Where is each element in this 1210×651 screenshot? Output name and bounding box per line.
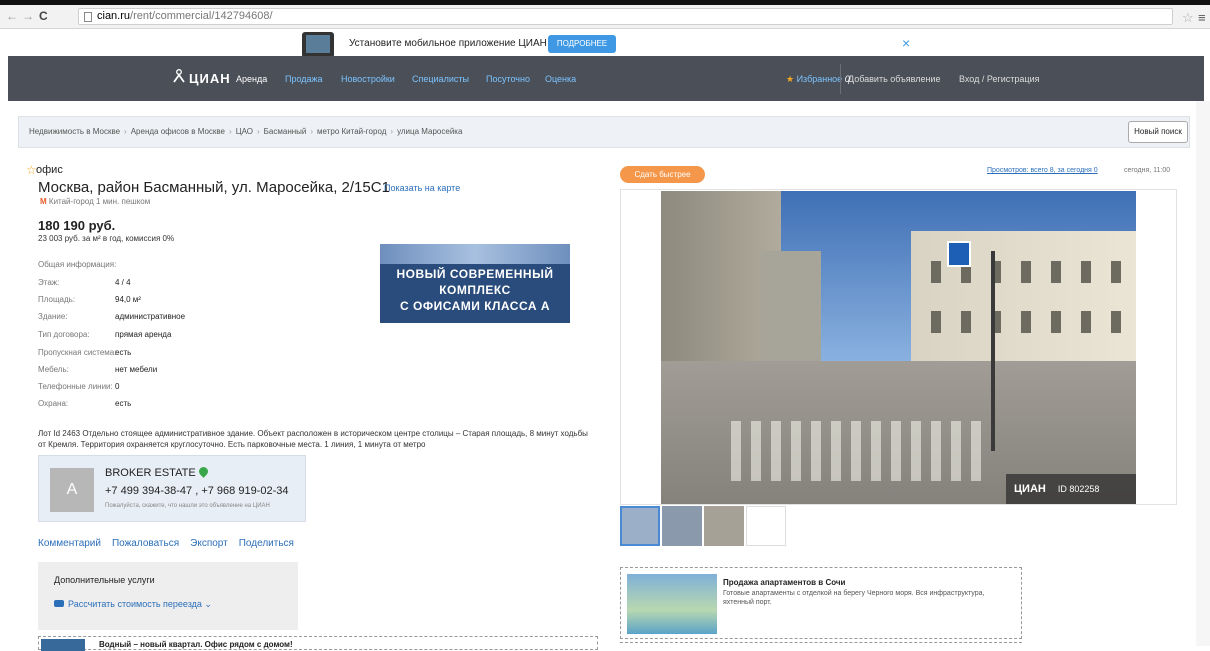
breadcrumb-bar: Недвижимость в Москве › Аренда офисов в Мо…: [18, 116, 1190, 148]
phone-app-icon: [302, 32, 334, 58]
verified-pin-icon: [196, 465, 210, 478]
publish-time: сегодня, 11:00: [1124, 167, 1171, 174]
favorites-label: Избранное: [796, 74, 843, 84]
new-search-button[interactable]: Новый поиск: [1128, 121, 1188, 143]
header-divider: [840, 64, 841, 94]
url-path: /rent/commercial/142794608/: [130, 10, 273, 22]
banner-image: [380, 244, 570, 264]
bookmark-star-icon[interactable]: ☆: [1182, 10, 1194, 26]
listing-price: 180 190 руб.: [38, 218, 116, 233]
photo-thumbnail[interactable]: [620, 506, 660, 546]
extra-services-box: Дополнительные услуги Рассчитать стоимос…: [38, 562, 298, 630]
breadcrumb-item[interactable]: Аренда офисов в Москве: [131, 127, 225, 136]
nav-valuation[interactable]: Оценка: [545, 74, 576, 84]
nav-rent[interactable]: Аренда: [236, 74, 267, 84]
avatar: А: [50, 468, 94, 512]
metro-icon: М: [40, 197, 47, 206]
metro-text: Китай-город 1 мин. пешком: [48, 197, 151, 206]
broker-note: Пожалуйста, скажите, что нашли это объяв…: [105, 503, 270, 509]
share-link[interactable]: Поделиться: [239, 538, 294, 549]
broker-card: А BROKER ESTATE +7 499 394-38-47 , +7 96…: [38, 455, 306, 522]
browser-toolbar: ← → C cian.ru/rent/commercial/142794608/…: [0, 5, 1210, 29]
breadcrumb-item[interactable]: ЦАО: [236, 127, 253, 136]
back-icon[interactable]: ←: [6, 9, 18, 23]
breadcrumb-item[interactable]: метро Китай-город: [317, 127, 386, 136]
listing-actions: Комментарий Пожаловаться Экспорт Поделиться: [38, 538, 305, 549]
nav-new-buildings[interactable]: Новостройки: [341, 74, 395, 84]
moving-cost-link[interactable]: Рассчитать стоимость переезда ⌄: [54, 599, 212, 610]
logo-pin-icon: [173, 69, 185, 83]
banner-text: НОВЫЙ СОВРЕМЕННЫЙ КОМПЛЕКС С ОФИСАМИ КЛА…: [396, 267, 554, 313]
forward-icon[interactable]: →: [22, 9, 34, 23]
rent-faster-button[interactable]: Сдать быстрее: [620, 166, 705, 183]
site-header: ЦИАН Аренда Продажа Новостройки Специали…: [8, 56, 1204, 101]
nav-sale[interactable]: Продажа: [285, 74, 323, 84]
reload-icon[interactable]: C: [39, 9, 48, 23]
login-link[interactable]: Вход / Регистрация: [959, 74, 1039, 84]
broker-name[interactable]: BROKER ESTATE: [105, 465, 210, 479]
broker-phones[interactable]: +7 499 394-38-47 , +7 968 919-02-34: [105, 485, 288, 497]
metro-info: М Китай-город 1 мин. пешком: [40, 197, 150, 206]
page-icon: [84, 12, 92, 22]
ad-description: Готовые апартаменты с отделкой на берегу…: [723, 590, 985, 606]
show-on-map-link[interactable]: Показать на карте: [384, 183, 460, 193]
address-bar[interactable]: cian.ru/rent/commercial/142794608/: [78, 8, 1173, 25]
nav-daily[interactable]: Посуточно: [486, 74, 530, 84]
extra-services-title: Дополнительные услуги: [54, 575, 155, 585]
promo-details-button[interactable]: ПОДРОБНЕЕ: [548, 35, 616, 53]
listing-address: Москва, район Басманный, ул. Маросейка, …: [38, 179, 390, 196]
ad-title: Продажа апартаментов в Сочи: [723, 578, 846, 587]
price-details: 23 003 руб. за м² в год, комиссия 0%: [38, 234, 175, 243]
breadcrumb-item[interactable]: улица Маросейка: [397, 127, 462, 136]
comment-link[interactable]: Комментарий: [38, 538, 101, 549]
floorplan-thumbnail[interactable]: [746, 506, 786, 546]
ad-thumbnail: [41, 639, 85, 651]
main-photo[interactable]: ЦИАН ID 802258: [661, 191, 1136, 504]
next-ad-border: [620, 642, 1022, 646]
favorites-star-icon: ★: [786, 74, 797, 84]
photo-gallery: ЦИАН ID 802258: [620, 189, 1177, 505]
listing-description: Лот Id 2463 Отдельно стоящее администрат…: [38, 429, 588, 449]
sochi-apartments-ad[interactable]: Продажа апартаментов в Сочи Готовые апар…: [620, 567, 1022, 639]
ad-image: [627, 574, 717, 634]
cian-logo[interactable]: ЦИАН: [173, 69, 231, 86]
logo-text: ЦИАН: [189, 71, 231, 86]
url-host: cian.ru: [97, 10, 131, 22]
office-complex-banner[interactable]: НОВЫЙ СОВРЕМЕННЫЙ КОМПЛЕКС С ОФИСАМИ КЛА…: [380, 244, 570, 323]
truck-icon: [54, 600, 64, 607]
photo-thumbnail[interactable]: [704, 506, 744, 546]
road-sign: [947, 241, 971, 267]
bottom-ad-title: Водный – новый квартал. Офис рядом с дом…: [99, 640, 293, 649]
browser-menu-icon[interactable]: ≡: [1198, 10, 1206, 25]
export-link[interactable]: Экспорт: [190, 538, 228, 549]
views-counter[interactable]: Просмотров: всего 8, за сегодня 0: [987, 167, 1098, 174]
photo-watermark: ЦИАН ID 802258: [1006, 474, 1136, 504]
close-icon[interactable]: ×: [902, 35, 910, 51]
promo-text: Установите мобильное приложение ЦИАН: [349, 38, 547, 49]
breadcrumb-item[interactable]: Басманный: [264, 127, 307, 136]
bottom-ad[interactable]: Водный – новый квартал. Офис рядом с дом…: [38, 636, 598, 651]
breadcrumb-item[interactable]: Недвижимость в Москве: [29, 127, 120, 136]
nav-specialists[interactable]: Специалисты: [412, 74, 469, 84]
add-listing-link[interactable]: Добавить объявление: [848, 74, 940, 84]
photo-thumbnail[interactable]: [662, 506, 702, 546]
page-scrollbar[interactable]: [1196, 101, 1210, 646]
property-type: офис: [36, 164, 63, 176]
breadcrumb: Недвижимость в Москве › Аренда офисов в Мо…: [29, 127, 463, 136]
complain-link[interactable]: Пожаловаться: [112, 538, 179, 549]
